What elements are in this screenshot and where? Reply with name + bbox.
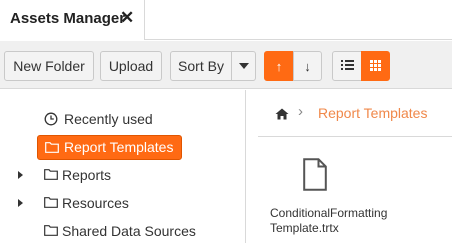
toolbar: New Folder Upload Sort By ↑ ↓ xyxy=(0,41,452,89)
tree-item-label: Shared Data Sources xyxy=(62,223,196,239)
tab-title: Assets Manager xyxy=(10,10,126,27)
home-icon[interactable] xyxy=(275,107,289,120)
tree-item-label: Resources xyxy=(62,195,129,211)
sort-by-button[interactable]: Sort By xyxy=(170,51,232,81)
new-folder-button[interactable]: New Folder xyxy=(4,51,94,81)
expand-arrow-icon[interactable] xyxy=(18,199,23,207)
sort-by-dropdown-toggle[interactable] xyxy=(231,51,256,81)
folder-icon xyxy=(44,169,58,180)
folder-icon xyxy=(44,197,58,208)
tree-item-resources[interactable]: Resources xyxy=(18,191,218,215)
arrow-down-icon: ↓ xyxy=(304,59,311,74)
tree-item-reports[interactable]: Reports xyxy=(18,163,218,187)
close-icon[interactable]: ✕ xyxy=(120,8,134,28)
tree-item-label: Recently used xyxy=(64,111,153,127)
file-icon xyxy=(303,158,327,191)
chevron-right-icon: › xyxy=(298,103,303,120)
tree-item-report-templates[interactable]: Report Templates xyxy=(37,135,182,160)
arrow-up-icon: ↑ xyxy=(275,59,283,74)
tree-item-label: Reports xyxy=(62,167,112,183)
folder-icon xyxy=(44,225,58,236)
folder-icon xyxy=(45,142,59,153)
grid-view-icon xyxy=(370,60,382,71)
clock-icon xyxy=(44,112,58,126)
content-pane: › Report Templates ConditionalFormatting… xyxy=(258,90,452,243)
list-view-icon xyxy=(341,60,354,71)
folder-tree: Recently used Report Templates Reports R… xyxy=(0,90,246,243)
tab-bar: Assets Manager ✕ xyxy=(0,0,452,40)
tab-assets-manager[interactable]: Assets Manager ✕ xyxy=(0,0,145,40)
breadcrumb-current[interactable]: Report Templates xyxy=(318,105,427,121)
expand-arrow-icon[interactable] xyxy=(18,171,23,179)
file-name: ConditionalFormattingTemplate.trtx xyxy=(270,206,388,235)
grid-view-button[interactable] xyxy=(361,51,390,81)
tree-item-shared-data-sources[interactable]: Shared Data Sources xyxy=(18,219,238,243)
tree-item-recently-used[interactable]: Recently used xyxy=(44,107,224,131)
tree-item-label: Report Templates xyxy=(64,139,174,155)
list-view-button[interactable] xyxy=(332,51,362,81)
breadcrumb: › Report Templates xyxy=(258,90,452,137)
sort-ascending-button[interactable]: ↑ xyxy=(264,51,294,81)
sort-descending-button[interactable]: ↓ xyxy=(293,51,322,81)
caret-down-icon xyxy=(238,63,249,70)
file-tile[interactable]: ConditionalFormattingTemplate.trtx xyxy=(266,158,450,238)
upload-button[interactable]: Upload xyxy=(100,51,162,81)
